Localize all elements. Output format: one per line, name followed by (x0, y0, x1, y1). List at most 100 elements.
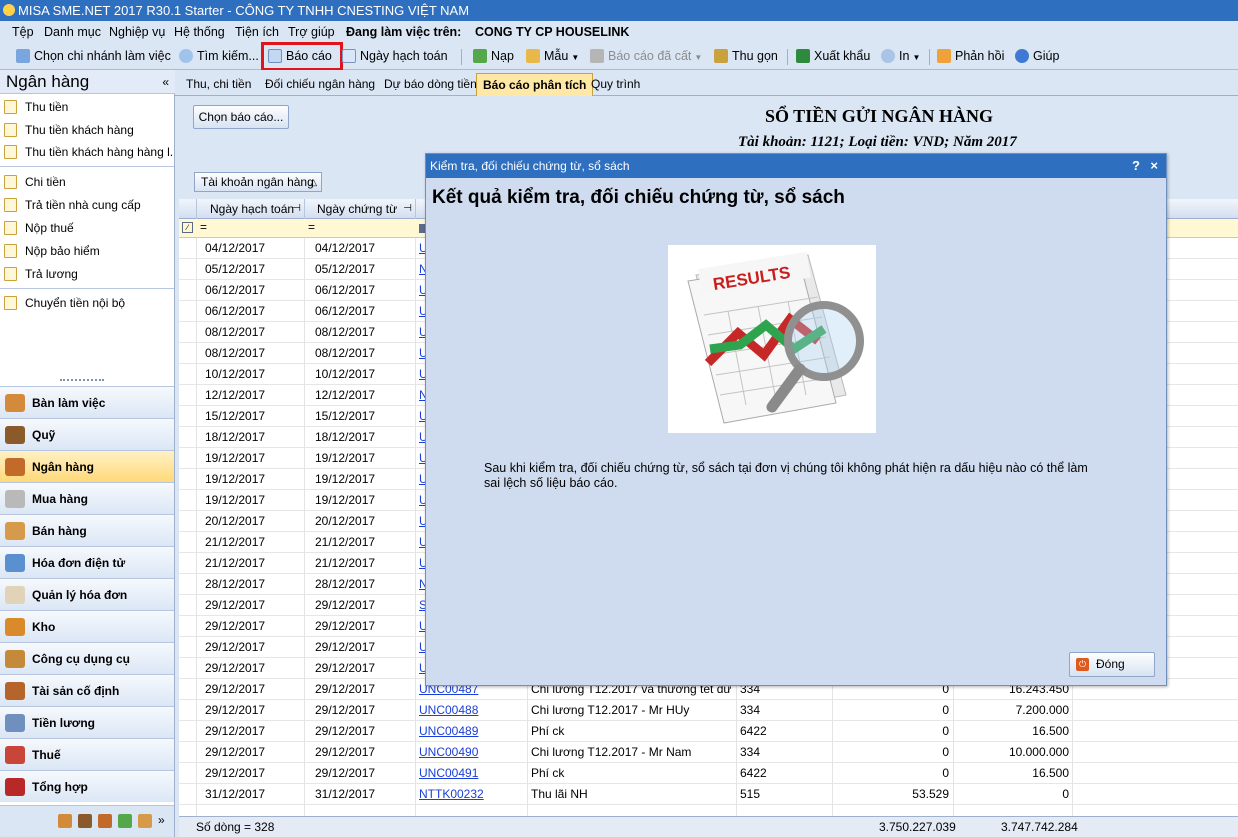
module-e-invoice[interactable]: Hóa đơn điện tử (0, 546, 174, 578)
column-header-document-date[interactable]: Ngày chứng từ ⊣ (305, 199, 416, 219)
filter-document-date[interactable]: = (308, 220, 315, 234)
module-summary[interactable]: Tổng hợp (0, 770, 174, 802)
branch-button[interactable]: Chọn chi nhánh làm việc (14, 47, 171, 66)
cell-d2: 21/12/2017 (315, 556, 376, 570)
nav-item-pay-tax[interactable]: Nộp thuế (0, 217, 174, 239)
tab-bank-reconciliation[interactable]: Đối chiếu ngân hàng (259, 73, 381, 96)
tab-analysis-reports[interactable]: Báo cáo phân tích (476, 73, 594, 96)
collapse-button[interactable]: Thu gọn (712, 47, 778, 66)
cell-desc: Thu lãi NH (531, 787, 588, 801)
menu-file[interactable]: Tệp (12, 21, 34, 43)
module-tax[interactable]: Thuế (0, 738, 174, 770)
filter-posting-date[interactable]: = (200, 220, 207, 234)
nav-item-internal-transfer[interactable]: Chuyển tiền nội bộ (0, 292, 174, 314)
module-desk[interactable]: Bàn làm việc (0, 386, 174, 418)
table-row[interactable]: 31/12/2017 31/12/2017 NTTK00232 Thu lãi NH 5… (179, 784, 1238, 805)
cell-d2: 29/12/2017 (315, 745, 376, 759)
table-row[interactable]: 29/12/2017 29/12/2017 UNC00491 Phí ck 6422 0 1… (179, 763, 1238, 784)
module-purchase[interactable]: Mua hàng (0, 482, 174, 514)
chevron-down-icon: ▼ (912, 53, 921, 62)
title-bar: MISA SME.NET 2017 R30.1 Starter - CÔNG T… (0, 0, 1238, 21)
feedback-button[interactable]: Phản hồi (935, 47, 1004, 66)
branch-icon (16, 49, 30, 63)
nav-item-receive-money[interactable]: Thu tiền (0, 96, 174, 118)
panel-resize-handle[interactable] (60, 379, 104, 382)
cell-d1: 20/12/2017 (205, 514, 266, 528)
tab-receipts-payments[interactable]: Thu, chi tiền (180, 73, 257, 96)
document-icon (4, 175, 17, 189)
column-header-posting-date[interactable]: Ngày hạch toán ⊣ (197, 199, 305, 219)
cell-d2: 29/12/2017 (315, 766, 376, 780)
cell-credit: 16.500 (1032, 766, 1069, 780)
help-button[interactable]: Giúp (1013, 47, 1059, 66)
module-bank[interactable]: Ngân hàng (0, 450, 174, 482)
filter-editor-icon[interactable]: ∕ (182, 222, 193, 233)
module-sales[interactable]: Bán hàng (0, 514, 174, 546)
menu-help[interactable]: Trợ giúp (288, 21, 335, 43)
cell-d2: 19/12/2017 (315, 472, 376, 486)
sales-shortcut-icon[interactable] (138, 814, 152, 828)
tab-cash-forecast[interactable]: Dự báo dòng tiền (378, 73, 483, 96)
refresh-icon (473, 49, 487, 63)
tab-process[interactable]: Quy trình (585, 73, 646, 96)
cell-doc[interactable]: UNC00490 (419, 742, 509, 763)
cell-d1: 19/12/2017 (205, 493, 266, 507)
nav-item-receive-customer[interactable]: Thu tiền khách hàng (0, 119, 174, 141)
feature-tabs: Thu, chi tiền Đối chiếu ngân hàng Dự báo… (175, 70, 1238, 96)
cell-doc[interactable]: UNC00489 (419, 721, 509, 742)
template-button[interactable]: Mẫu ▼ (524, 47, 579, 66)
export-button[interactable]: Xuất khẩu (794, 47, 870, 66)
cell-d2: 12/12/2017 (315, 388, 376, 402)
module-payroll[interactable]: Tiền lương (0, 706, 174, 738)
posting-date-button[interactable]: Ngày hạch toán (340, 47, 448, 66)
table-row[interactable]: 29/12/2017 29/12/2017 UNC00490 Chi lương T1… (179, 742, 1238, 763)
print-button[interactable]: In ▼ (879, 47, 920, 66)
bank-shortcut-icon[interactable] (98, 814, 112, 828)
more-modules-icon[interactable]: » (158, 813, 165, 827)
nav-item-pay-money[interactable]: Chi tiền (0, 171, 174, 193)
help-icon[interactable]: ? (1132, 154, 1140, 178)
table-row[interactable]: 29/12/2017 29/12/2017 UNC00489 Phí ck 6422 0 1… (179, 721, 1238, 742)
cell-acc: 515 (740, 787, 761, 801)
menu-system[interactable]: Hệ thống (174, 21, 225, 43)
menu-operations[interactable]: Nghiệp vụ (109, 21, 165, 43)
cell-d2: 04/12/2017 (315, 241, 376, 255)
close-dialog-button[interactable]: ⏻ Đóng (1069, 652, 1155, 677)
monitor-icon (5, 554, 25, 572)
purchase-shortcut-icon[interactable] (118, 814, 132, 828)
menu-utilities[interactable]: Tiện ích (235, 21, 279, 43)
module-fixed-assets[interactable]: Tài sản cố định (0, 674, 174, 706)
row-count: Số dòng = 328 (196, 820, 275, 834)
close-icon[interactable]: × (1150, 154, 1158, 178)
menu-catalog[interactable]: Danh mục (44, 21, 101, 43)
cell-doc[interactable]: UNC00488 (419, 700, 509, 721)
module-warehouse[interactable]: Kho (0, 610, 174, 642)
working-company: CONG TY CP HOUSELINK (475, 25, 630, 39)
nav-item-receive-customer-batch[interactable]: Thu tiền khách hàng hàng l... (0, 141, 174, 163)
report-button[interactable]: Báo cáo (261, 42, 343, 71)
nav-item-pay-salary[interactable]: Trả lương (0, 263, 174, 285)
cell-doc[interactable]: UNC00491 (419, 763, 509, 784)
cell-credit: 16.500 (1032, 724, 1069, 738)
load-button[interactable]: Nạp (471, 47, 514, 66)
nav-item-pay-insurance[interactable]: Nộp bảo hiểm (0, 240, 174, 262)
nav-item-pay-supplier[interactable]: Trả tiền nhà cung cấp (0, 194, 174, 216)
cash-shortcut-icon[interactable] (78, 814, 92, 828)
saved-reports-button[interactable]: Báo cáo đã cất ▼ (588, 47, 702, 66)
pin-icon[interactable]: ⊣ (292, 199, 301, 219)
cell-d1: 29/12/2017 (205, 661, 266, 675)
group-by-chip[interactable]: Tài khoản ngân hàng △ (194, 172, 322, 192)
desk-shortcut-icon[interactable] (58, 814, 72, 828)
module-invoice-management[interactable]: Quản lý hóa đơn (0, 578, 174, 610)
pin-icon[interactable]: ⊣ (403, 199, 412, 219)
module-tools[interactable]: Công cụ dụng cụ (0, 642, 174, 674)
collapse-panel-icon[interactable]: « (162, 70, 169, 94)
table-row[interactable]: 29/12/2017 29/12/2017 UNC00488 Chi lương T1… (179, 700, 1238, 721)
cell-d2: 28/12/2017 (315, 577, 376, 591)
invoice-icon (5, 586, 25, 604)
search-button[interactable]: Tìm kiếm... (177, 47, 259, 66)
choose-report-button[interactable]: Chọn báo cáo... (193, 105, 289, 129)
cell-doc[interactable]: NTTK00232 (419, 784, 509, 805)
module-cash[interactable]: Quỹ (0, 418, 174, 450)
cell-debit: 0 (942, 745, 949, 759)
